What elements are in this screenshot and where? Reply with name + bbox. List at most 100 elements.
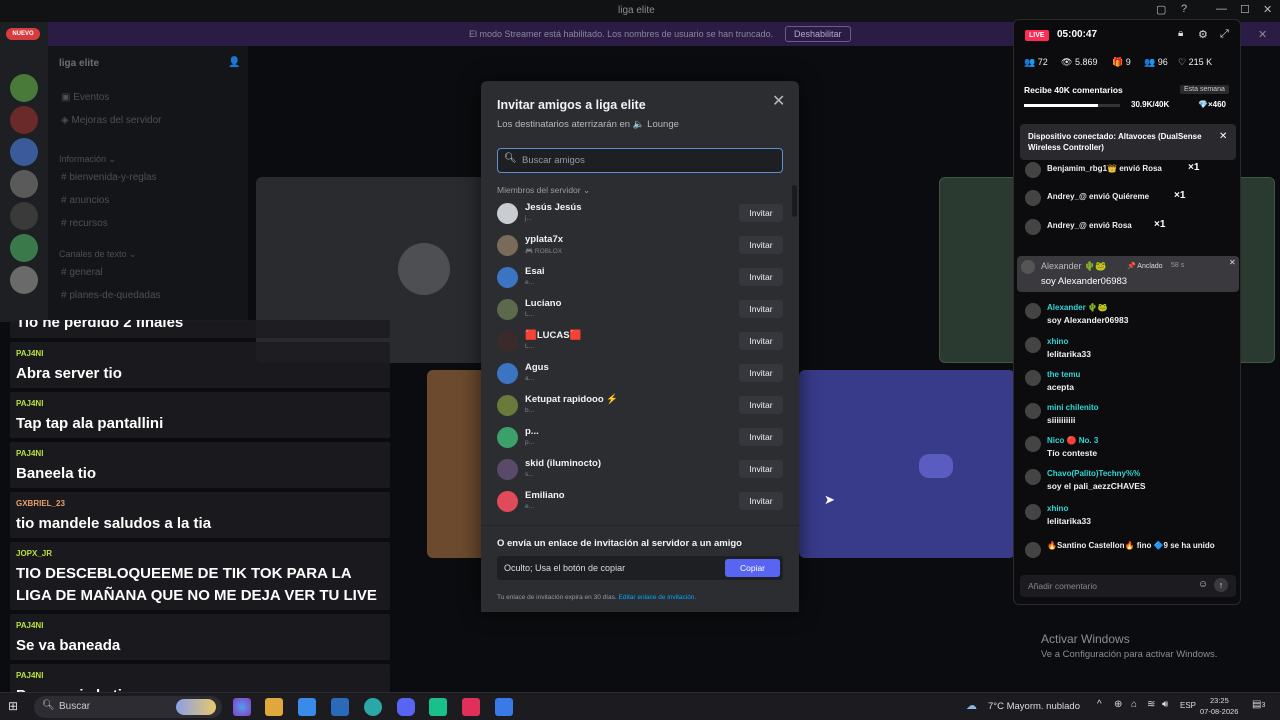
viewers-stat: 👥 72 xyxy=(1024,57,1048,67)
live-comment: Nico 🔴 No. 3 Tío conteste xyxy=(1022,436,1237,462)
channel-planes[interactable]: # planes-de-quedadas xyxy=(61,290,161,301)
maximize-icon[interactable]: ☐ xyxy=(1240,3,1250,16)
discord-taskbar-icon[interactable] xyxy=(397,698,415,716)
search-input[interactable] xyxy=(522,153,772,167)
invite-button[interactable]: Invitar xyxy=(739,332,783,350)
invite-button[interactable]: Invitar xyxy=(739,204,783,222)
category-text[interactable]: Canales de texto ⌄ xyxy=(59,249,137,260)
chat-message: PAJ4NI Se va baneada xyxy=(10,614,390,660)
mail-icon[interactable] xyxy=(331,698,349,716)
close-overlay-icon[interactable]: ✕ xyxy=(1258,28,1267,41)
clock-date[interactable]: 07-08-2026 xyxy=(1200,707,1238,716)
server-icon[interactable] xyxy=(10,74,38,102)
invite-button[interactable]: Invitar xyxy=(739,492,783,510)
comment-box[interactable]: Añadir comentario ☺ ↑ xyxy=(1020,575,1236,597)
server-icon[interactable] xyxy=(10,138,38,166)
file-explorer-icon[interactable] xyxy=(265,698,283,716)
edit-invite-link[interactable]: Editar enlace de invitación. xyxy=(619,594,697,601)
server-icon[interactable] xyxy=(10,234,38,262)
category-info[interactable]: Información ⌄ xyxy=(59,154,116,165)
channel-bienvenida[interactable]: # bienvenida-y-reglas xyxy=(61,172,157,183)
copilot-icon[interactable] xyxy=(233,698,251,716)
tray-chevron-icon[interactable]: ^ xyxy=(1097,699,1102,710)
live-panel: LIVE 05:00:47 🔒︎ ⚙ ⤢ 👥 72 👁 5.869 🎁 9 👥 … xyxy=(1013,19,1241,605)
server-icon[interactable] xyxy=(10,266,38,294)
copy-button[interactable]: Copiar xyxy=(725,559,780,577)
store-icon[interactable] xyxy=(298,698,316,716)
chat-message: Tio he perdido 2 finales xyxy=(10,320,390,338)
server-icon[interactable] xyxy=(10,202,38,230)
invite-button[interactable]: Invitar xyxy=(739,364,783,382)
invite-link-value: Oculto; Usa el botón de copiar xyxy=(504,563,626,573)
wifi-icon[interactable]: ≋ xyxy=(1147,699,1155,710)
lock-icon[interactable]: 🔒︎ xyxy=(1178,28,1183,39)
comment-text: soy el pali_aezzCHAVES xyxy=(1047,481,1146,491)
chat-user: PAJ4NI xyxy=(16,349,44,358)
network-icon[interactable]: ⌂ xyxy=(1131,699,1137,710)
chat-overlay: Tio he perdido 2 finales PAJ4NI Abra ser… xyxy=(10,320,390,700)
volume-icon[interactable]: 🔊︎ xyxy=(1162,699,1168,710)
close-notice-icon[interactable]: ✕ xyxy=(1219,131,1227,142)
server-icon[interactable] xyxy=(10,106,38,134)
chat-text: Se va baneada xyxy=(16,637,121,654)
chat-text: Tio he perdido 2 finales xyxy=(16,320,184,331)
mouse-cursor-icon: ➤ xyxy=(824,492,835,507)
comment-user: xhino xyxy=(1047,337,1069,346)
friend-subtext: a... xyxy=(525,375,535,382)
friend-subtext: L... xyxy=(525,311,535,318)
device-notice-text: Dispositivo conectado: Altavoces (DualSe… xyxy=(1028,132,1202,152)
add-friend-icon[interactable]: 👤 xyxy=(228,57,240,68)
popout-icon[interactable]: ⤢ xyxy=(1220,28,1229,41)
start-icon[interactable]: ⊞ xyxy=(8,699,18,713)
weather-text[interactable]: 7°C Mayorm. nublado xyxy=(988,701,1080,712)
followers-stat: 👥 96 xyxy=(1144,57,1168,67)
channel-sidebar: liga elite 👤 ▣ Eventos ◈ Mejoras del ser… xyxy=(48,46,248,322)
invite-button[interactable]: Invitar xyxy=(739,460,783,478)
send-icon[interactable]: ↑ xyxy=(1214,578,1228,592)
disable-streamer-button[interactable]: Deshabilitar xyxy=(785,26,851,42)
invite-button[interactable]: Invitar xyxy=(739,268,783,286)
settings-icon[interactable]: ⚙ xyxy=(1198,28,1208,41)
search-friends-field[interactable]: 🔍︎ xyxy=(497,148,783,173)
channel-recursos[interactable]: # recursos xyxy=(61,218,108,229)
server-name[interactable]: liga elite xyxy=(59,58,99,69)
close-icon[interactable]: ✕ xyxy=(772,91,785,111)
emoji-icon[interactable]: ☺ xyxy=(1198,579,1208,590)
notifications-icon[interactable]: ▤3 xyxy=(1252,699,1265,710)
friend-name: Luciano xyxy=(525,298,562,309)
chat-text: TIO DESCEBLOQUEEME DE TIK TOK PARA LA LI… xyxy=(16,565,377,604)
tiktok-icon[interactable] xyxy=(462,698,480,716)
server-icon[interactable] xyxy=(10,170,38,198)
invite-link-box: Oculto; Usa el botón de copiar Copiar xyxy=(497,556,783,580)
scrollbar[interactable] xyxy=(792,185,797,217)
clock-time[interactable]: 23:25 xyxy=(1210,696,1229,705)
comment-input[interactable]: Añadir comentario xyxy=(1028,581,1097,591)
help-icon[interactable]: ? xyxy=(1181,3,1187,15)
channel-anuncios[interactable]: # anuncios xyxy=(61,195,109,206)
unpin-icon[interactable]: ✕ xyxy=(1229,258,1236,267)
invite-button[interactable]: Invitar xyxy=(739,300,783,318)
invite-button[interactable]: Invitar xyxy=(739,428,783,446)
inbox-icon[interactable]: ▢ xyxy=(1156,3,1166,16)
edge-icon[interactable] xyxy=(364,698,382,716)
boost-item[interactable]: ◈ Mejoras del servidor xyxy=(61,115,162,126)
close-window-icon[interactable]: ✕ xyxy=(1263,3,1272,16)
invite-button[interactable]: Invitar xyxy=(739,236,783,254)
members-label[interactable]: Miembros del servidor ⌄ xyxy=(497,185,590,196)
app-icon[interactable] xyxy=(429,698,447,716)
video-tile[interactable] xyxy=(799,370,1015,558)
device-notice: Dispositivo conectado: Altavoces (DualSe… xyxy=(1020,124,1236,160)
invite-button[interactable]: Invitar xyxy=(739,396,783,414)
minimize-icon[interactable]: — xyxy=(1216,3,1227,15)
goal-progress-text: 30.9K/40K xyxy=(1131,100,1170,109)
friend-name: Emiliano xyxy=(525,490,565,501)
channel-general[interactable]: # general xyxy=(61,267,103,278)
goal-reward: 💎×460 xyxy=(1198,100,1226,109)
goal-progress-fill xyxy=(1024,104,1098,107)
window-title: liga elite xyxy=(618,5,655,16)
language-indicator[interactable]: ESP xyxy=(1180,701,1196,710)
tray-icon[interactable]: ⊕ xyxy=(1114,699,1122,710)
app-icon[interactable] xyxy=(495,698,513,716)
events-item[interactable]: ▣ Eventos xyxy=(61,92,109,103)
taskbar-search[interactable]: 🔍︎ Buscar xyxy=(34,696,222,718)
